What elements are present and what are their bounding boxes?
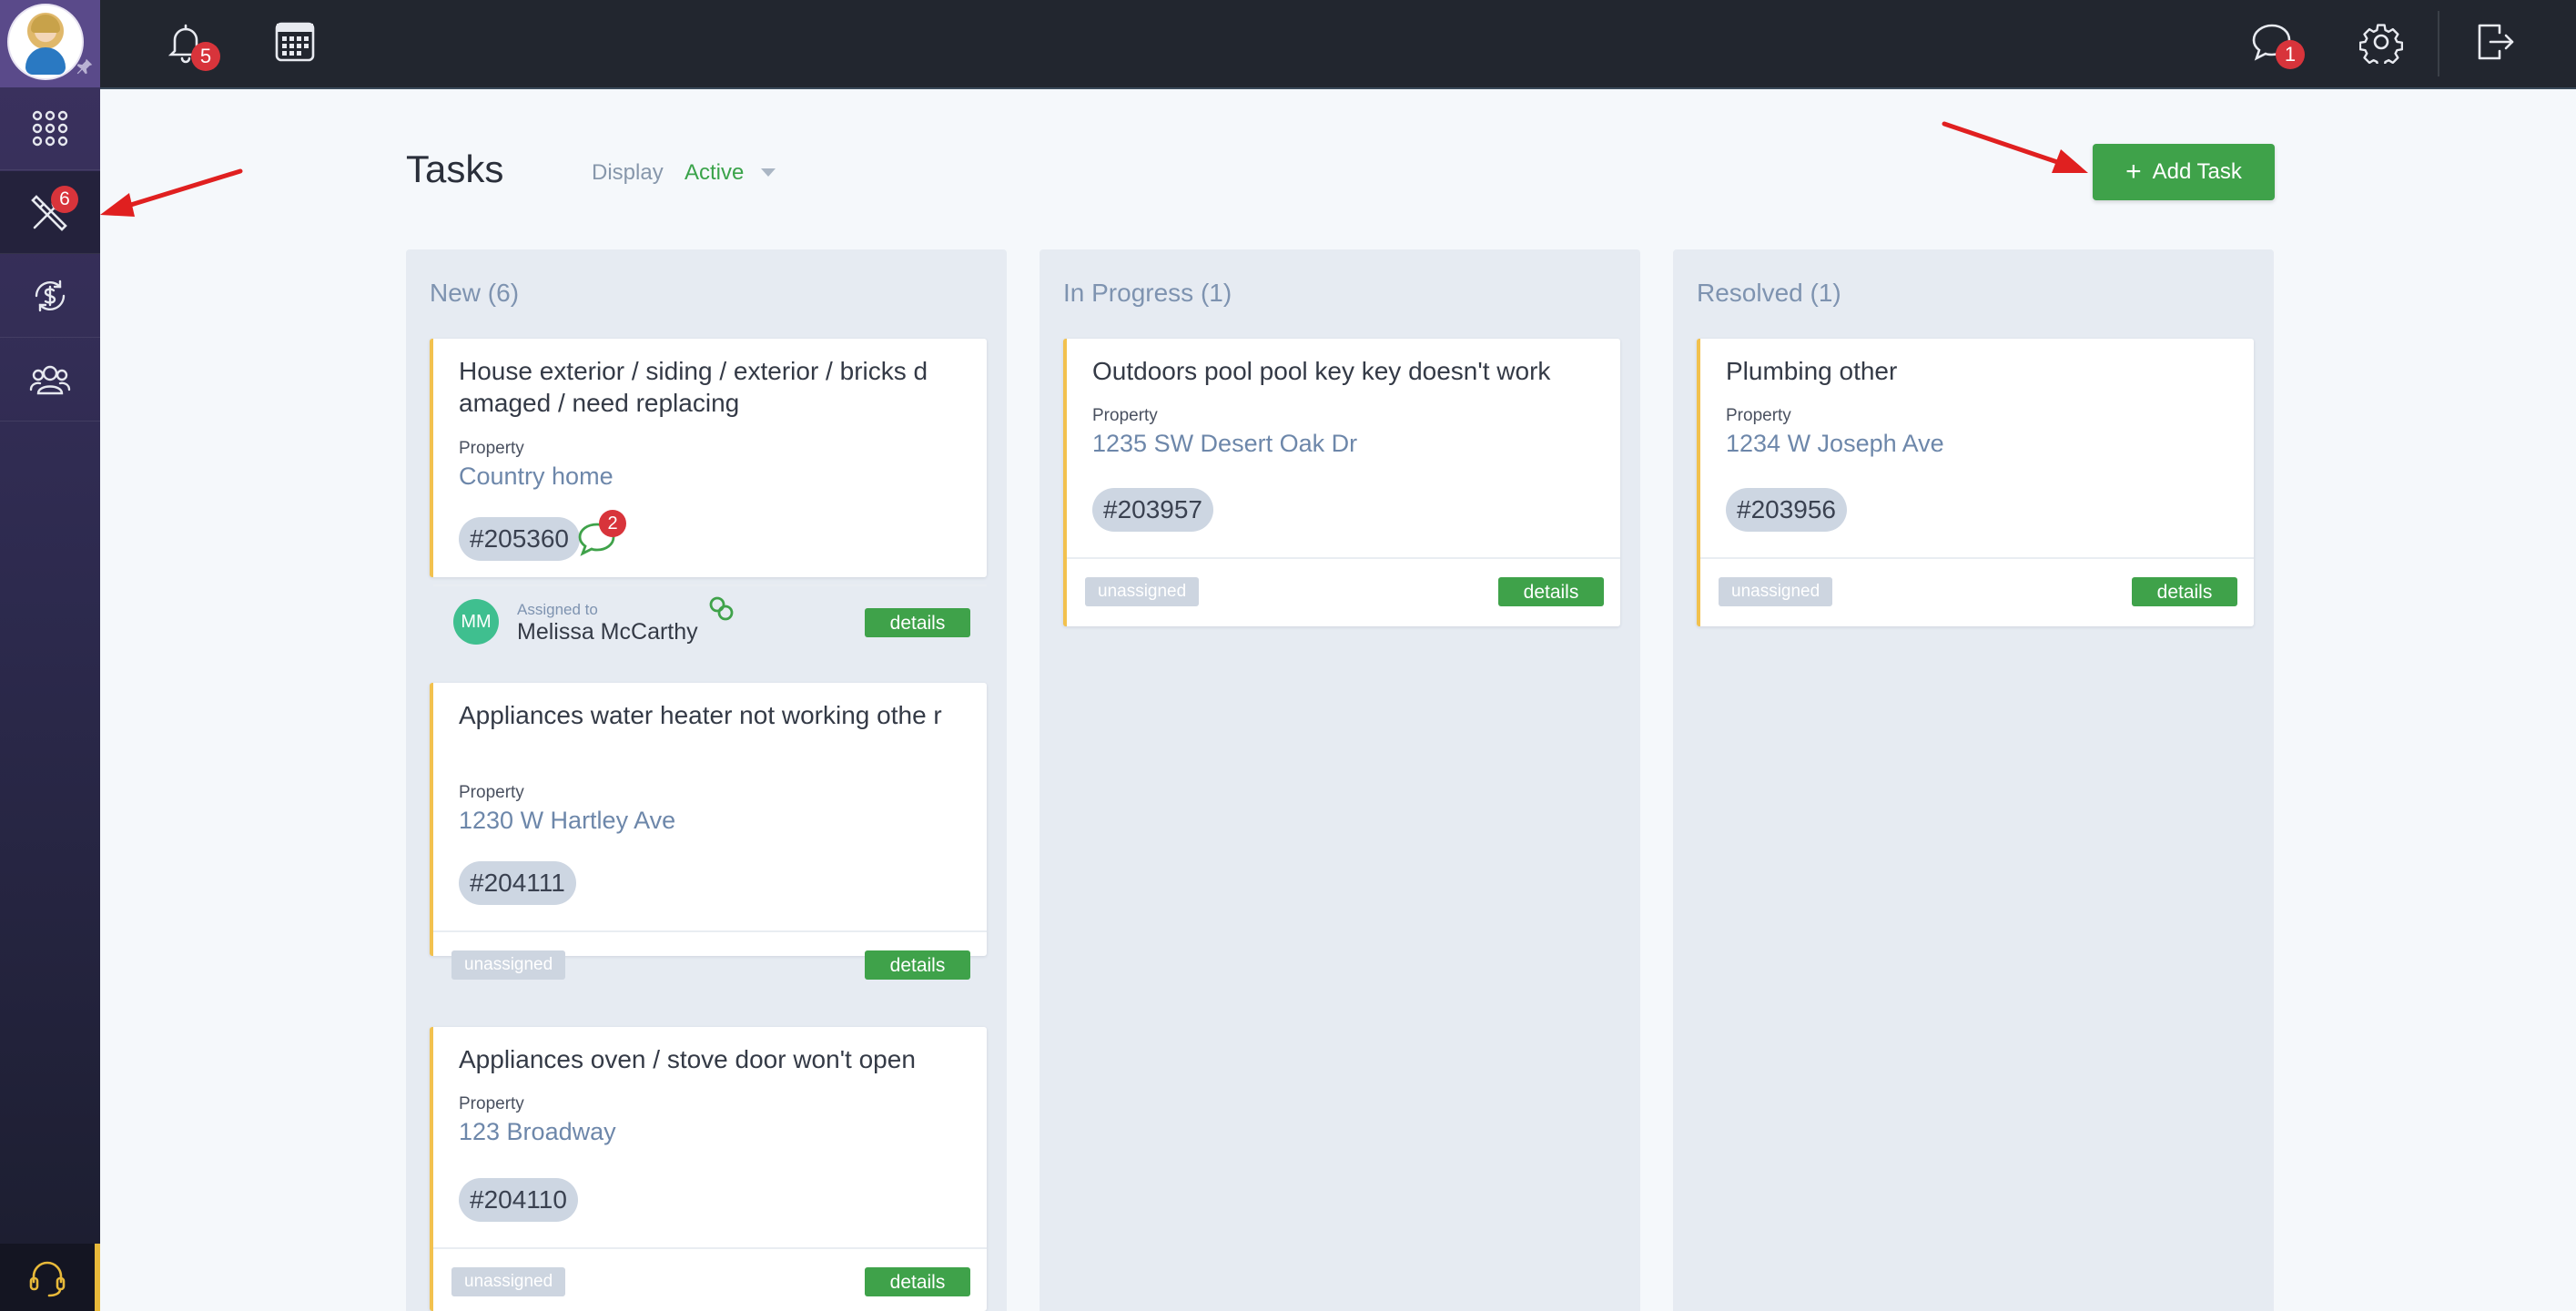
card-divider bbox=[433, 1247, 987, 1249]
column-title: In Progress (1) bbox=[1063, 279, 1232, 307]
user-avatar[interactable] bbox=[7, 4, 84, 80]
details-button[interactable]: details bbox=[865, 1267, 970, 1296]
details-button[interactable]: details bbox=[2132, 577, 2237, 606]
card-divider bbox=[1700, 557, 2254, 559]
calendar-button[interactable] bbox=[269, 16, 320, 67]
chevron-down-icon[interactable] bbox=[761, 168, 776, 177]
sidebar-item-maintenance[interactable]: 6 bbox=[0, 171, 100, 254]
settings-button[interactable] bbox=[2356, 16, 2407, 67]
column-title: New (6) bbox=[430, 279, 520, 307]
ticket-badge: #204110 bbox=[459, 1178, 578, 1222]
task-card[interactable]: Appliances oven / stove door won't open … bbox=[430, 1027, 987, 1311]
task-card[interactable]: Outdoors pool pool key key doesn't work … bbox=[1063, 339, 1620, 626]
card-divider bbox=[433, 930, 987, 932]
column-new: New (6) House exterior / siding / exteri… bbox=[406, 249, 1007, 1311]
sidebar-item-contacts[interactable] bbox=[0, 339, 100, 422]
sidebar-item-payments[interactable] bbox=[0, 255, 100, 338]
task-title[interactable]: House exterior / siding / exterior / bri… bbox=[459, 355, 969, 419]
property-label: Property bbox=[459, 1094, 524, 1113]
property-link[interactable]: 1235 SW Desert Oak Dr bbox=[1092, 430, 1357, 458]
logout-button[interactable] bbox=[2469, 16, 2520, 67]
property-label: Property bbox=[1726, 406, 1791, 425]
notifications-badge: 5 bbox=[191, 42, 220, 71]
comments-badge: 2 bbox=[599, 510, 626, 537]
column-in-progress: In Progress (1) Outdoors pool pool key k… bbox=[1040, 249, 1640, 1311]
unassigned-badge: unassigned bbox=[1085, 577, 1200, 606]
unassigned-badge: unassigned bbox=[451, 950, 566, 980]
task-title[interactable]: Appliances water heater not working othe… bbox=[459, 699, 969, 731]
assignee-name[interactable]: Melissa McCarthy bbox=[517, 619, 698, 645]
calendar-icon bbox=[275, 22, 315, 62]
annotation-arrow-sidebar bbox=[100, 168, 243, 217]
card-divider bbox=[1067, 557, 1620, 559]
task-card[interactable]: Plumbing other Property 1234 W Joseph Av… bbox=[1697, 339, 2254, 626]
gear-icon bbox=[2359, 24, 2403, 64]
ticket-badge: #205360 bbox=[459, 517, 581, 561]
messages-button[interactable]: 1 bbox=[2246, 16, 2305, 69]
ticket-badge: #204111 bbox=[459, 861, 576, 905]
sidebar: 6 bbox=[0, 0, 100, 1311]
task-title[interactable]: Appliances oven / stove door won't open bbox=[459, 1043, 969, 1075]
add-task-label: Add Task bbox=[2152, 159, 2242, 184]
notifications-button[interactable]: 5 bbox=[160, 16, 220, 71]
task-card[interactable]: House exterior / siding / exterior / bri… bbox=[430, 339, 987, 645]
add-task-button[interactable]: + Add Task bbox=[2093, 144, 2275, 200]
task-title[interactable]: Outdoors pool pool key key doesn't work bbox=[1092, 355, 1602, 387]
property-link[interactable]: 123 Broadway bbox=[459, 1118, 616, 1146]
avatar: MM bbox=[453, 599, 499, 645]
ticket-badge: #203957 bbox=[1092, 488, 1214, 532]
pin-icon[interactable] bbox=[75, 56, 95, 76]
details-button[interactable]: details bbox=[865, 608, 970, 637]
task-card[interactable]: Appliances water heater not working othe… bbox=[430, 683, 987, 980]
support-button[interactable] bbox=[0, 1244, 100, 1311]
logout-icon bbox=[2478, 24, 2514, 60]
page-title: Tasks bbox=[406, 147, 504, 190]
details-button[interactable]: details bbox=[1498, 577, 1604, 606]
unassigned-badge: unassigned bbox=[451, 1267, 566, 1296]
property-label: Property bbox=[1092, 406, 1158, 425]
property-label: Property bbox=[459, 783, 524, 802]
grid-icon bbox=[32, 110, 68, 147]
property-link[interactable]: Country home bbox=[459, 462, 614, 491]
property-link[interactable]: 1234 W Joseph Ave bbox=[1726, 430, 1944, 458]
details-button[interactable]: details bbox=[865, 950, 970, 980]
display-label: Display bbox=[592, 160, 664, 185]
link-icon[interactable] bbox=[706, 594, 737, 625]
column-title: Resolved (1) bbox=[1697, 279, 1841, 307]
users-icon bbox=[29, 365, 71, 395]
comments-button[interactable]: 2 bbox=[575, 510, 626, 561]
column-resolved: Resolved (1) Plumbing other Property 123… bbox=[1673, 249, 2274, 1311]
card-divider bbox=[433, 584, 987, 586]
user-avatar-area[interactable] bbox=[0, 0, 100, 87]
sidebar-item-apps[interactable] bbox=[0, 87, 100, 170]
headset-icon bbox=[29, 1261, 66, 1297]
property-label: Property bbox=[459, 439, 524, 458]
annotation-arrow-add-task bbox=[1942, 121, 2088, 173]
messages-badge: 1 bbox=[2276, 40, 2305, 69]
task-title[interactable]: Plumbing other bbox=[1726, 355, 2236, 387]
ticket-badge: #203956 bbox=[1726, 488, 1848, 532]
plus-icon: + bbox=[2125, 157, 2142, 187]
assigned-to-label: Assigned to bbox=[517, 601, 598, 618]
property-link[interactable]: 1230 W Hartley Ave bbox=[459, 807, 675, 835]
unassigned-badge: unassigned bbox=[1719, 577, 1833, 606]
maintenance-badge: 6 bbox=[51, 186, 78, 213]
dollar-cycle-icon bbox=[35, 279, 66, 312]
display-filter-select[interactable]: Active bbox=[685, 160, 744, 186]
top-bar: 5 1 bbox=[100, 0, 2576, 89]
topbar-separator bbox=[2438, 11, 2439, 76]
